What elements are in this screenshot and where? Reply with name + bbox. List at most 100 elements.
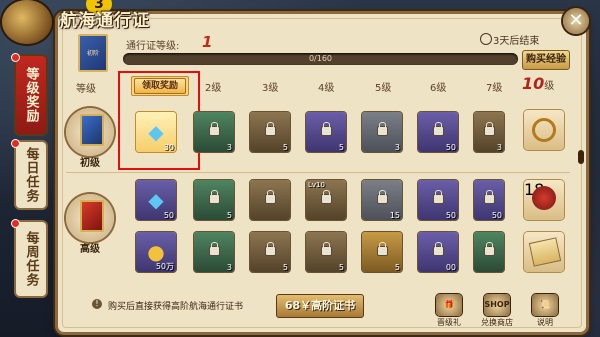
close-button[interactable]: ✕ xyxy=(563,8,589,34)
lock-icon xyxy=(266,122,275,135)
footer-icon-label: 说明 xyxy=(537,318,553,327)
help-icon: 📜 xyxy=(532,294,558,316)
reward-cell-basic-2[interactable]: 3 xyxy=(194,112,234,152)
lock-icon xyxy=(322,122,331,135)
scrollbar-handle[interactable] xyxy=(578,150,584,164)
lock-icon xyxy=(434,242,443,255)
lock-icon xyxy=(378,242,387,255)
reward-count: 5 xyxy=(394,263,400,272)
exchange-shop-button[interactable]: SHOP 兑换商店 xyxy=(480,294,514,328)
lock-icon xyxy=(210,242,219,255)
side-tab-level-rewards[interactable]: 等级奖励 xyxy=(16,56,46,134)
reward-cell-adv1-10[interactable]: 18 xyxy=(524,180,564,220)
reward-cell-adv2-7[interactable] xyxy=(474,232,504,272)
tier-basic: 初级 xyxy=(66,106,114,170)
level-header-3: 3级 xyxy=(262,83,279,94)
notification-dot xyxy=(12,54,19,61)
tier-advanced: 高级 xyxy=(66,192,114,256)
reward-cell-adv2-4[interactable]: 5 xyxy=(306,232,346,272)
level-header-2: 2级 xyxy=(205,83,222,94)
reward-cell-basic-4[interactable]: 5 xyxy=(306,112,346,152)
reward-cell-basic-6[interactable]: 50 xyxy=(418,112,458,152)
pass-level-value: 1 xyxy=(202,33,213,51)
pass-book-label: 初阶 xyxy=(86,50,99,57)
lock-icon xyxy=(434,190,443,203)
reward-count: 3 xyxy=(496,143,502,152)
reward-cell-basic-3[interactable]: 5 xyxy=(250,112,290,152)
reward-cell-adv1-5[interactable]: 15 xyxy=(362,180,402,220)
reward-cell-adv1-1[interactable]: ◆ 50 xyxy=(136,180,176,220)
page-title: 航海通行证 xyxy=(60,11,150,31)
level-header-4: 4级 xyxy=(318,83,335,94)
reward-cell-adv1-3[interactable] xyxy=(250,180,290,220)
lock-icon xyxy=(378,122,387,135)
reward-cell-adv1-7[interactable]: 50 xyxy=(474,180,504,220)
reward-cell-basic-5[interactable]: 3 xyxy=(362,112,402,152)
level-header-10: 10级 xyxy=(522,74,554,93)
reward-count: 50万 xyxy=(155,262,174,271)
side-tab-weekly-tasks[interactable]: 每周任务 xyxy=(16,222,46,296)
reward-cell-basic-7[interactable]: 3 xyxy=(474,112,504,152)
highlight-box xyxy=(118,71,200,170)
reward-cell-adv2-2[interactable]: 3 xyxy=(194,232,234,272)
reward-cell-adv2-6[interactable]: 00 xyxy=(418,232,458,272)
reward-count: 3 xyxy=(226,143,232,152)
reward-cell-adv2-10[interactable] xyxy=(524,232,564,272)
side-tab-daily-tasks[interactable]: 每日任务 xyxy=(16,142,46,208)
lock-icon xyxy=(322,242,331,255)
reward-count: 3 xyxy=(394,143,400,152)
side-tab-label: 每日任务 xyxy=(23,147,39,203)
reward-count: 50 xyxy=(445,143,456,152)
gift-icon: 🎁 xyxy=(436,294,462,316)
tier-column-header: 等级 xyxy=(76,84,96,95)
reward-count: 5 xyxy=(282,263,288,272)
lock-icon xyxy=(266,242,275,255)
row-divider xyxy=(66,172,570,173)
level-header-5: 5级 xyxy=(375,83,392,94)
buy-advanced-pass-button[interactable]: 68￥高阶证书 xyxy=(276,294,364,318)
buy-exp-button[interactable]: 购买经验 xyxy=(522,50,570,70)
footer-note: 购买后直接获得高阶航海通行证书 xyxy=(108,302,244,312)
tier-label: 初级 xyxy=(80,158,100,169)
level-header-10-suffix: 级 xyxy=(544,81,555,92)
tier-label: 高级 xyxy=(80,244,100,255)
reward-cell-adv1-6[interactable]: 50 xyxy=(418,180,458,220)
basic-pass-book-icon xyxy=(80,114,104,146)
reward-count: 50 xyxy=(445,211,456,220)
footer-icon-label: 晋级礼 xyxy=(437,318,461,327)
lock-icon xyxy=(266,190,275,203)
wax-seal-icon xyxy=(532,186,556,210)
reward-cell-basic-10[interactable] xyxy=(524,110,564,150)
reward-cell-adv1-4[interactable]: Lv10 xyxy=(306,180,346,220)
compass-emblem-icon xyxy=(2,0,52,44)
reward-count: 5 xyxy=(338,143,344,152)
clock-icon xyxy=(480,33,492,45)
promotion-gift-button[interactable]: 🎁 晋级礼 xyxy=(432,294,466,328)
reward-count: 5 xyxy=(338,263,344,272)
reward-count: 3 xyxy=(226,263,232,272)
lock-icon xyxy=(210,190,219,203)
reward-cell-adv2-3[interactable]: 5 xyxy=(250,232,290,272)
scroll-map-icon xyxy=(528,237,562,267)
lock-icon xyxy=(210,122,219,135)
shop-icon: SHOP xyxy=(484,294,510,316)
level-header-10-number: 10 xyxy=(522,74,545,93)
advanced-pass-book-icon xyxy=(80,200,104,232)
reward-cell-adv1-2[interactable]: 5 xyxy=(194,180,234,220)
battle-pass-screen: 等级奖励 每日任务 每周任务 3 航海通行证 ✕ 初阶 通行证等级: 1 3天后… xyxy=(0,0,600,337)
footer-icon-label: 兑换商店 xyxy=(481,318,513,327)
exp-progress-text: 0/160 xyxy=(308,54,333,63)
reward-count: 50 xyxy=(491,211,502,220)
reward-cell-adv2-1[interactable]: ● 50万 xyxy=(136,232,176,272)
lock-icon xyxy=(378,190,387,203)
side-tab-label: 每周任务 xyxy=(23,231,39,287)
help-button[interactable]: 📜 说明 xyxy=(528,294,562,328)
lock-icon xyxy=(485,122,494,135)
reward-count: 00 xyxy=(445,263,456,272)
lock-icon xyxy=(434,122,443,135)
lock-icon xyxy=(322,190,331,203)
notification-dot xyxy=(12,140,19,147)
reward-count: 15 xyxy=(389,211,400,220)
close-icon: ✕ xyxy=(568,10,584,31)
reward-cell-adv2-5[interactable]: 5 xyxy=(362,232,402,272)
